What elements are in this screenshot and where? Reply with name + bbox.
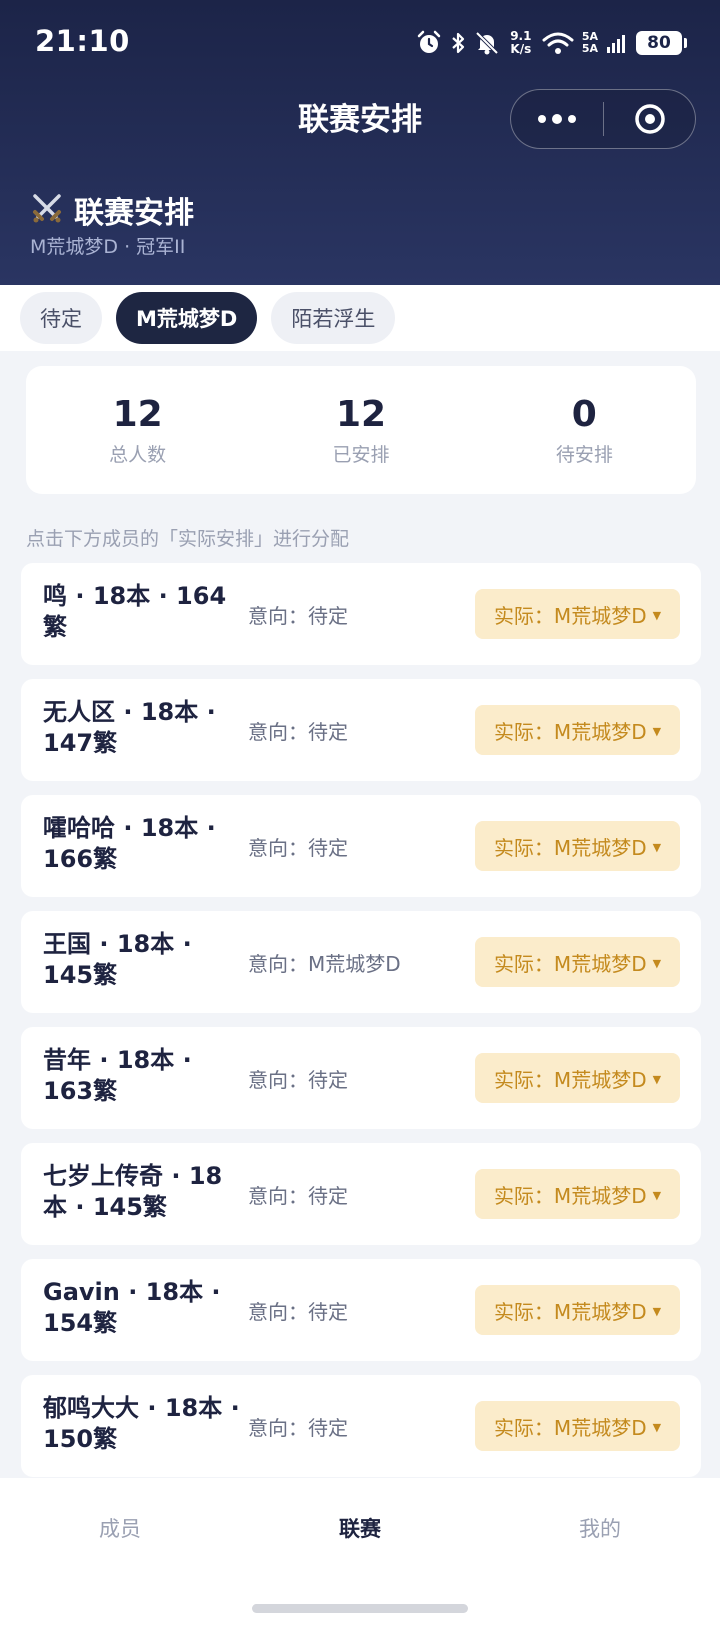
member-card: 昔年 · 18本 · 163繁 意向：待定 实际：M荒城梦D ▼ <box>21 1027 701 1129</box>
member-name: 七岁上传奇 · 18本 · 145繁 <box>43 1162 223 1221</box>
bottom-tab-mine[interactable]: 我的 <box>480 1513 720 1543</box>
header: 21:10 9.1 K/s 5A 5A 80 联赛安排 联赛安排 M荒城梦D ·… <box>0 0 720 285</box>
caret-down-icon: ▼ <box>652 1420 662 1434</box>
actual-assign-select[interactable]: 实际：M荒城梦D ▼ <box>475 705 680 755</box>
home-indicator[interactable] <box>252 1604 468 1613</box>
member-card: 嚯哈哈 · 18本 · 166繁 意向：待定 实际：M荒城梦D ▼ <box>21 795 701 897</box>
more-dot-icon <box>568 115 576 123</box>
caret-down-icon: ▼ <box>652 1188 662 1202</box>
actual-assign-select[interactable]: 实际：M荒城梦D ▼ <box>475 589 680 639</box>
mute-bell-icon <box>474 30 500 56</box>
actual-assign-select[interactable]: 实际：M荒城梦D ▼ <box>475 937 680 987</box>
actual-assign-label: 实际：M荒城梦D <box>493 1299 647 1324</box>
bottom-tab-bar: 成员 联赛 我的 <box>0 1478 720 1625</box>
stat-total-label: 总人数 <box>109 443 167 466</box>
more-dot-icon <box>552 114 562 124</box>
member-card: 郁鸣大大 · 18本 · 150繁 意向：待定 实际：M荒城梦D ▼ <box>21 1375 701 1477</box>
actual-assign-label: 实际：M荒城梦D <box>493 1183 647 1208</box>
actual-assign-label: 实际：M荒城梦D <box>493 719 647 744</box>
member-name: 王国 · 18本 · 145繁 <box>43 930 192 989</box>
actual-assign-select[interactable]: 实际：M荒城梦D ▼ <box>475 821 680 871</box>
member-intent: 意向：M荒城梦D <box>248 952 401 976</box>
member-name: Gavin · 18本 · 154繁 <box>43 1278 221 1337</box>
actual-assign-label: 实际：M荒城梦D <box>493 603 647 628</box>
stat-total-value: 12 <box>112 393 163 435</box>
signal-indicator: 5A 5A <box>582 31 598 55</box>
bottom-tab-league[interactable]: 联赛 <box>240 1513 480 1543</box>
target-circle-icon <box>634 104 665 134</box>
more-dot-icon <box>538 115 546 123</box>
crossed-swords-icon <box>30 191 64 229</box>
member-name: 鸣 · 18本 · 164繁 <box>43 582 227 641</box>
caret-down-icon: ▼ <box>652 724 662 738</box>
close-miniapp-button[interactable] <box>604 90 695 148</box>
league-tabs: 待定 M荒城梦D 陌若浮生 <box>0 285 720 351</box>
actual-assign-label: 实际：M荒城梦D <box>493 835 647 860</box>
bluetooth-icon <box>450 31 466 55</box>
stat-arranged-value: 12 <box>335 393 387 435</box>
status-time: 21:10 <box>35 24 130 58</box>
tab-pending[interactable]: 待定 <box>20 292 102 344</box>
status-icons: 9.1 K/s 5A 5A 80 <box>416 26 687 60</box>
actual-assign-select[interactable]: 实际：M荒城梦D ▼ <box>475 1401 680 1451</box>
actual-assign-label: 实际：M荒城梦D <box>493 951 647 976</box>
signal-bars-icon <box>606 31 628 55</box>
member-intent: 意向：待定 <box>248 1300 348 1324</box>
actual-assign-select[interactable]: 实际：M荒城梦D ▼ <box>475 1285 680 1335</box>
member-intent: 意向：待定 <box>248 1416 348 1440</box>
member-intent: 意向：待定 <box>248 1184 348 1208</box>
member-intent: 意向：待定 <box>248 720 348 744</box>
page-heading: 联赛安排 <box>30 188 194 232</box>
member-card: 无人区 · 18本 · 147繁 意向：待定 实际：M荒城梦D ▼ <box>21 679 701 781</box>
status-bar: 21:10 9.1 K/s 5A 5A 80 <box>0 0 720 88</box>
member-list: 鸣 · 18本 · 164繁 意向：待定 实际：M荒城梦D ▼ 无人区 · 18本… <box>21 563 701 1491</box>
caret-down-icon: ▼ <box>652 1072 662 1086</box>
tab-m-huangchengmeng-d[interactable]: M荒城梦D <box>116 292 258 344</box>
member-card: 鸣 · 18本 · 164繁 意向：待定 实际：M荒城梦D ▼ <box>21 563 701 665</box>
member-card: Gavin · 18本 · 154繁 意向：待定 实际：M荒城梦D ▼ <box>21 1259 701 1361</box>
tab-moruo-fusheng[interactable]: 陌若浮生 <box>271 292 396 344</box>
actual-assign-label: 实际：M荒城梦D <box>493 1415 647 1440</box>
alarm-icon <box>416 30 442 56</box>
member-card: 七岁上传奇 · 18本 · 145繁 意向：待定 实际：M荒城梦D ▼ <box>21 1143 701 1245</box>
net-speed: 9.1 K/s <box>508 30 534 56</box>
battery-indicator: 80 <box>636 31 687 55</box>
stat-arranged: 12 已安排 <box>249 366 472 494</box>
more-menu-button[interactable] <box>511 90 603 148</box>
miniapp-capsule <box>510 89 696 149</box>
bottom-tab-members[interactable]: 成员 <box>0 1513 240 1543</box>
caret-down-icon: ▼ <box>652 1304 662 1318</box>
member-name: 嚯哈哈 · 18本 · 166繁 <box>43 814 216 873</box>
net-speed-unit: K/s <box>510 42 532 56</box>
stat-pending-label: 待安排 <box>555 443 613 466</box>
actual-assign-select[interactable]: 实际：M荒城梦D ▼ <box>475 1053 680 1103</box>
member-name: 昔年 · 18本 · 163繁 <box>43 1046 192 1105</box>
wifi-icon <box>542 31 574 55</box>
assign-hint: 点击下方成员的「实际安排」进行分配 <box>26 528 350 550</box>
stat-pending: 0 待安排 <box>473 366 696 494</box>
member-intent: 意向：待定 <box>248 604 348 628</box>
caret-down-icon: ▼ <box>652 840 662 854</box>
bottom-tabs: 成员 联赛 我的 <box>0 1478 720 1578</box>
actual-assign-select[interactable]: 实际：M荒城梦D ▼ <box>475 1169 680 1219</box>
member-intent: 意向：待定 <box>248 836 348 860</box>
member-intent: 意向：待定 <box>248 1068 348 1092</box>
member-card: 王国 · 18本 · 145繁 意向：M荒城梦D 实际：M荒城梦D ▼ <box>21 911 701 1013</box>
caret-down-icon: ▼ <box>652 608 662 622</box>
stat-arranged-label: 已安排 <box>332 443 390 466</box>
stat-pending-value: 0 <box>571 393 597 435</box>
actual-assign-label: 实际：M荒城梦D <box>493 1067 647 1092</box>
caret-down-icon: ▼ <box>652 956 662 970</box>
signal-label-2: 5A <box>581 42 598 55</box>
member-name: 郁鸣大大 · 18本 · 150繁 <box>43 1394 240 1453</box>
stats-card: 12 总人数 12 已安排 0 待安排 <box>26 366 696 494</box>
member-name: 无人区 · 18本 · 147繁 <box>43 698 216 757</box>
page-subtitle: M荒城梦D · 冠军II <box>30 236 186 258</box>
stat-total: 12 总人数 <box>26 366 249 494</box>
page-title: 联赛安排 <box>74 196 194 231</box>
